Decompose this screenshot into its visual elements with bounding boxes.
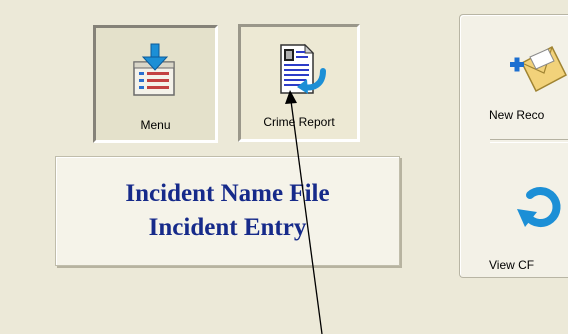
crime-report-button-label: Crime Report: [263, 115, 335, 129]
view-cfs-button[interactable]: View CF: [460, 155, 568, 275]
crime-report-document-icon: [280, 43, 326, 94]
menu-icon-wrap: [96, 42, 215, 98]
new-record-button[interactable]: New Reco: [460, 15, 568, 135]
incident-title-line-2: Incident Entry: [148, 214, 307, 241]
new-record-envelope-icon: [510, 45, 567, 93]
menu-button[interactable]: Menu: [93, 25, 218, 143]
refresh-arrow-icon: [517, 187, 561, 228]
incident-title-panel: Incident Name File Incident Entry: [55, 156, 400, 266]
menu-list-icon: [132, 43, 175, 96]
incident-title-line-1: Incident Name File: [125, 180, 330, 207]
view-cfs-label: View CF: [489, 258, 535, 272]
right-action-panel: New Reco View CF: [459, 14, 568, 278]
new-record-label: New Reco: [489, 108, 545, 122]
right-panel-divider: [490, 139, 568, 143]
crime-report-icon-wrap: [241, 41, 357, 97]
menu-button-label: Menu: [140, 118, 171, 132]
crime-report-button[interactable]: Crime Report: [238, 24, 360, 142]
